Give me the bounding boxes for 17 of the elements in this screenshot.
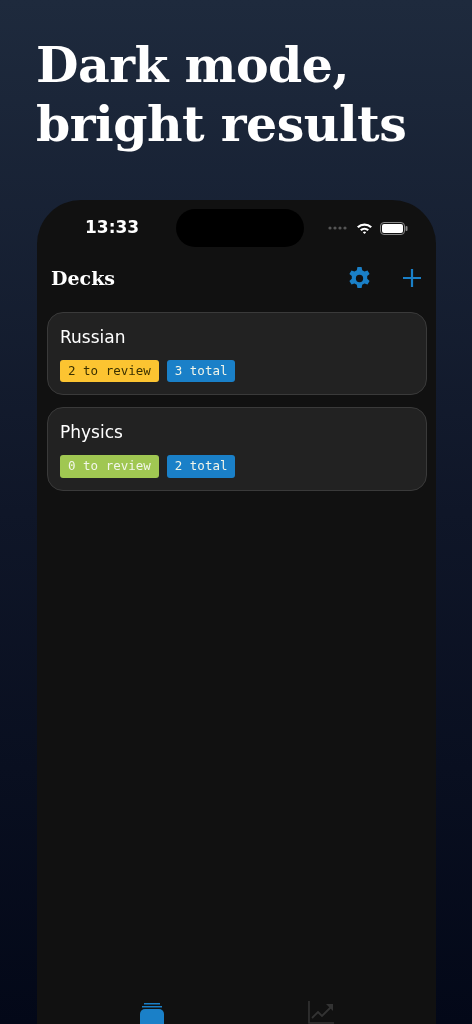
count-tag: 2 total [166, 454, 236, 478]
deck-name: Russian [60, 326, 127, 349]
screen-title: Decks [51, 265, 115, 291]
count-tag: 2 to review [60, 359, 159, 383]
count-tag: 0 to review [60, 454, 159, 478]
status-time: 13:33 [85, 216, 140, 240]
cards-tab-icon[interactable] [138, 1002, 165, 1024]
deck-card[interactable]: Physics 0 to review 2 total [47, 407, 427, 491]
settings-icon[interactable] [347, 265, 372, 291]
deck-name: Physics [60, 421, 124, 445]
count-tag: 3 total [166, 359, 236, 383]
deck-card[interactable]: Russian 2 to review 3 total [47, 312, 427, 396]
headline: Dark mode, bright results [35, 35, 408, 155]
add-icon[interactable] [402, 268, 422, 288]
signal-icon [328, 226, 349, 230]
wifi-icon [356, 222, 374, 234]
battery-icon [380, 221, 409, 235]
